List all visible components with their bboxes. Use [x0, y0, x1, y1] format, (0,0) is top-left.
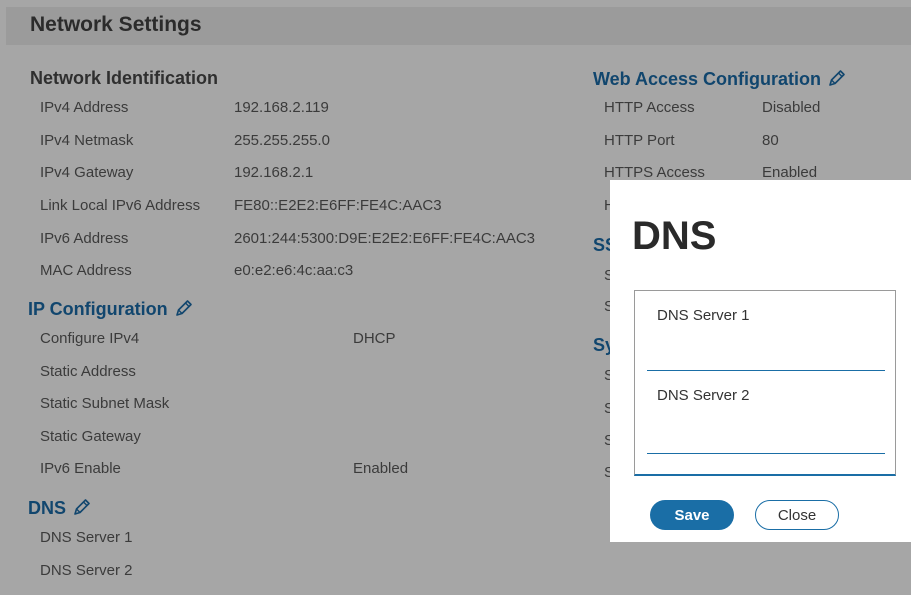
network-identification-heading: Network Identification — [30, 68, 219, 88]
dns-server-1-input[interactable] — [647, 346, 885, 371]
web-access-heading: Web Access Configuration — [593, 68, 847, 90]
static-gateway-label: Static Gateway — [40, 428, 141, 445]
ip-configuration-heading: IP Configuration — [28, 298, 194, 320]
dns-server-2-field-label: DNS Server 2 — [657, 387, 750, 404]
http-port-label: HTTP Port — [604, 132, 675, 149]
http-access-value: Disabled — [762, 99, 821, 116]
https-access-label: HTTPS Access — [604, 164, 705, 181]
ipv4-netmask-label: IPv4 Netmask — [40, 132, 134, 149]
dns-heading-text: DNS — [28, 498, 67, 518]
dns-server-1-label: DNS Server 1 — [40, 529, 133, 546]
static-address-label: Static Address — [40, 363, 136, 380]
ipv4-gateway-value: 192.168.2.1 — [234, 164, 314, 181]
ipv4-gateway-label: IPv4 Gateway — [40, 164, 134, 181]
configure-ipv4-label: Configure IPv4 — [40, 330, 140, 347]
ipv6-enable-label: IPv6 Enable — [40, 460, 121, 477]
modal-title: DNS — [632, 214, 717, 258]
edit-web-access-icon[interactable] — [827, 68, 847, 88]
static-subnet-mask-label: Static Subnet Mask — [40, 395, 170, 412]
dns-server-2-input[interactable] — [647, 429, 885, 454]
link-local-ipv6-label: Link Local IPv6 Address — [40, 197, 201, 214]
http-access-label: HTTP Access — [604, 99, 695, 116]
ipv4-address-value: 192.168.2.119 — [234, 99, 329, 116]
mac-address-value: e0:e2:e6:4c:aa:c3 — [234, 262, 354, 279]
dns-fields-box: DNS Server 1 DNS Server 2 — [634, 290, 896, 476]
close-button[interactable]: Close — [755, 500, 839, 530]
https-access-value: Enabled — [762, 164, 818, 181]
dns-server-1-field-label: DNS Server 1 — [657, 307, 750, 324]
dns-heading: DNS — [28, 497, 92, 519]
ipv6-address-value: 2601:244:5300:D9E:E2E2:E6FF:FE4C:AAC3 — [234, 230, 536, 247]
ipv4-netmask-value: 255.255.255.0 — [234, 132, 330, 149]
page-title: Network Settings — [30, 13, 202, 36]
ipv4-address-label: IPv4 Address — [40, 99, 129, 116]
ipv6-address-label: IPv6 Address — [40, 230, 129, 247]
ip-configuration-heading-text: IP Configuration — [28, 299, 168, 319]
edit-dns-icon[interactable] — [72, 497, 92, 517]
http-port-value: 80 — [762, 132, 779, 149]
mac-address-label: MAC Address — [40, 262, 132, 279]
page-header: Network Settings — [6, 7, 911, 45]
web-access-heading-text: Web Access Configuration — [593, 69, 822, 89]
ipv6-enable-value: Enabled — [353, 460, 409, 477]
save-button[interactable]: Save — [650, 500, 734, 530]
dns-server-2-label: DNS Server 2 — [40, 562, 133, 579]
link-local-ipv6-value: FE80::E2E2:E6FF:FE4C:AAC3 — [234, 197, 442, 214]
dns-modal: DNS DNS Server 1 DNS Server 2 Save Close — [610, 180, 911, 542]
configure-ipv4-value: DHCP — [353, 330, 396, 347]
edit-ip-configuration-icon[interactable] — [174, 298, 194, 318]
